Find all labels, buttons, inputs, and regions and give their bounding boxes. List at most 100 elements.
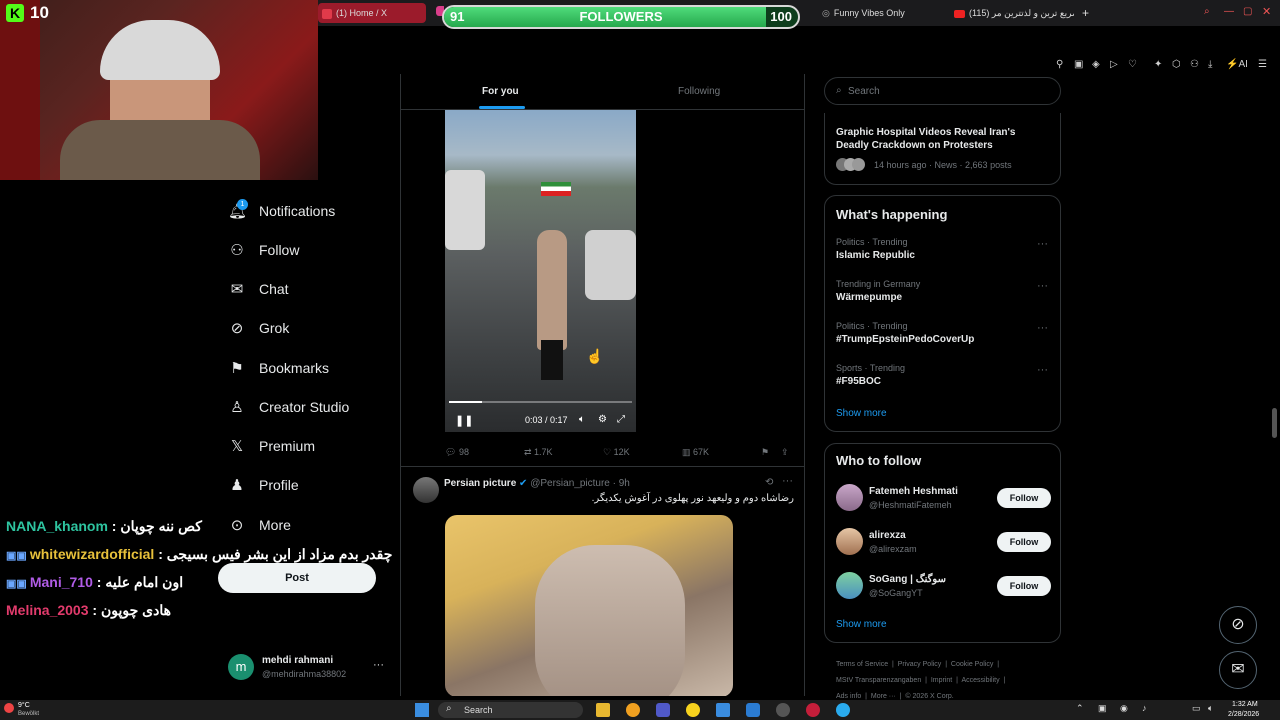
pause-icon[interactable]: ❚❚ <box>455 414 473 427</box>
pin-icon[interactable]: ⚲ <box>1056 59 1063 70</box>
tray-icon[interactable]: ◉ <box>1120 703 1128 714</box>
show-more-link[interactable]: Show more <box>836 619 887 630</box>
footer-link[interactable]: Terms of Service <box>836 661 888 668</box>
windows-start-icon[interactable] <box>415 703 429 717</box>
tweet-image[interactable] <box>445 515 733 696</box>
user-name[interactable]: SoGang | سوگنگ <box>869 574 946 585</box>
app-icon[interactable] <box>686 703 700 717</box>
sidebar-item-profile[interactable]: ♟ Profile <box>228 473 298 497</box>
scrollbar-thumb[interactable] <box>1272 408 1277 438</box>
more-icon[interactable]: ··· <box>1037 322 1048 334</box>
network-icon[interactable]: ▭ <box>1192 703 1201 714</box>
new-tab-button[interactable]: + <box>1078 3 1092 23</box>
post-button[interactable]: Post <box>218 563 376 593</box>
store-icon[interactable] <box>716 703 730 717</box>
sidebar-item-premium[interactable]: 𝕏 Premium <box>228 434 315 458</box>
minimize-icon[interactable]: — <box>1224 6 1234 17</box>
more-icon[interactable]: ··· <box>1037 238 1048 250</box>
more-icon[interactable]: ··· <box>1037 280 1048 292</box>
maximize-icon[interactable]: ▢ <box>1243 6 1252 17</box>
show-more-link[interactable]: Show more <box>836 408 887 419</box>
footer-link[interactable]: More ··· <box>871 693 896 700</box>
avatar[interactable] <box>836 528 863 555</box>
avatar[interactable] <box>836 572 863 599</box>
follow-button[interactable]: Follow <box>997 576 1051 596</box>
follow-button[interactable]: Follow <box>997 532 1051 552</box>
sidebar-item-chat[interactable]: ✉ Chat <box>228 277 289 301</box>
close-icon[interactable]: ✕ <box>1262 5 1271 18</box>
fullscreen-icon[interactable]: ⤢ <box>617 414 625 425</box>
tray-chevron-icon[interactable]: ⌃ <box>1076 703 1084 714</box>
footer-link[interactable]: Ads info <box>836 693 861 700</box>
volume-icon[interactable]: 🔈︎ <box>1208 703 1213 714</box>
vpn-icon[interactable]: ◈ <box>1092 59 1100 70</box>
sidebar-item-notifications[interactable]: 🔔︎ Notifications 1 <box>228 199 335 223</box>
grok-fab-button[interactable]: ⊘ <box>1219 606 1257 644</box>
user-name[interactable]: Fatemeh Heshmati <box>869 486 958 497</box>
sidebar-item-creator-studio[interactable]: ♙ Creator Studio <box>228 395 349 419</box>
trend-item[interactable]: Politics · Trending Islamic Republic <box>836 237 1051 261</box>
tab-youtube[interactable]: (115) صریع ترین و لذتترین مر <box>950 3 1074 23</box>
tweet-author-handle[interactable]: @Persian_picture <box>530 478 610 489</box>
gear-icon[interactable]: ⚙ <box>598 414 607 425</box>
tab-for-you[interactable]: For you <box>482 74 519 110</box>
heart-icon[interactable]: ♡ <box>1128 59 1137 70</box>
follow-button[interactable]: Follow <box>997 488 1051 508</box>
trend-item[interactable]: Trending in Germany Wärmepumpe <box>836 279 1051 303</box>
footer-link[interactable]: Accessibility <box>961 677 999 684</box>
extensions-icon[interactable]: ⬡ <box>1172 59 1181 70</box>
tweet[interactable]: Persian picture ✔ @Persian_picture · 9h … <box>401 466 804 696</box>
avatar[interactable] <box>836 484 863 511</box>
repost-action[interactable]: ⇄ 1.7K <box>524 447 553 458</box>
news-card[interactable]: Graphic Hospital Videos Reveal Iran's De… <box>824 113 1061 185</box>
clock-time[interactable]: 1:32 AM <box>1232 701 1258 708</box>
tab-following[interactable]: Following <box>678 74 720 110</box>
file-explorer-icon[interactable] <box>596 703 610 717</box>
views-action[interactable]: ▥ 67K <box>682 447 709 458</box>
sidebar-item-more[interactable]: ⊙ More <box>228 513 291 537</box>
search-input[interactable]: Search <box>848 86 880 97</box>
share-icon[interactable]: ⇪ <box>781 447 789 458</box>
more-icon[interactable]: ··· <box>1037 364 1048 376</box>
footer-link[interactable]: Imprint <box>931 677 952 684</box>
sidebar-item-grok[interactable]: ⊘ Grok <box>228 316 290 340</box>
tweet-author-name[interactable]: Persian picture <box>444 478 516 489</box>
footer-link[interactable]: MStV Transparenzangaben <box>836 677 921 684</box>
play-icon[interactable]: ▷ <box>1110 59 1118 70</box>
microphone-icon[interactable]: ♪ <box>1142 703 1147 713</box>
more-icon[interactable]: ··· <box>782 475 793 487</box>
menu-icon[interactable]: ☰ <box>1258 59 1267 70</box>
user-name[interactable]: alirexza <box>869 530 906 541</box>
download-icon[interactable]: ⤓ <box>1208 59 1212 70</box>
avatar[interactable]: m <box>228 654 254 680</box>
app-icon[interactable] <box>776 703 790 717</box>
avatar[interactable] <box>413 477 439 503</box>
tweet-video[interactable]: ❚❚ 0:03 / 0:17 🔈︎ ⚙ ⤢ <box>445 110 636 432</box>
settings-icon[interactable]: ✦ <box>1154 59 1162 70</box>
tab-funny-vibes[interactable]: ◎ Funny Vibes Only <box>818 3 938 23</box>
tab-home-x[interactable]: (1) Home / X <box>318 3 426 23</box>
footer-link[interactable]: Cookie Policy <box>951 661 993 668</box>
outlook-icon[interactable] <box>746 703 760 717</box>
grok-icon[interactable]: ⟲ <box>765 477 773 488</box>
account-menu-icon[interactable]: ··· <box>373 659 384 671</box>
search-box[interactable]: ⌕ Search <box>824 77 1061 105</box>
taskbar-search[interactable]: ⌕ Search <box>438 702 583 718</box>
reply-action[interactable]: 💬︎ 98 <box>445 447 469 458</box>
teams-icon[interactable] <box>656 703 670 717</box>
telegram-icon[interactable] <box>836 703 850 717</box>
screenshot-icon[interactable]: ▣ <box>1074 59 1083 70</box>
profile-icon[interactable]: ⚇ <box>1190 59 1199 70</box>
clock-date[interactable]: 2/28/2026 <box>1228 711 1259 718</box>
browser-icon[interactable] <box>806 703 820 717</box>
ai-icon[interactable]: ⚡AI <box>1226 59 1248 70</box>
bookmark-icon[interactable]: ⚑ <box>761 447 769 458</box>
volume-icon[interactable]: 🔈︎ <box>579 414 585 425</box>
sidebar-item-follow[interactable]: ⚇ Follow <box>228 238 299 262</box>
search-tabs-icon[interactable]: ⌕ <box>1204 6 1210 17</box>
tray-icon[interactable]: ▣ <box>1098 703 1107 714</box>
video-progress-track[interactable] <box>449 401 632 403</box>
messages-fab-button[interactable]: ✉ <box>1219 651 1257 689</box>
footer-link[interactable]: Privacy Policy <box>898 661 942 668</box>
like-action[interactable]: ♡ 12K <box>603 447 630 458</box>
